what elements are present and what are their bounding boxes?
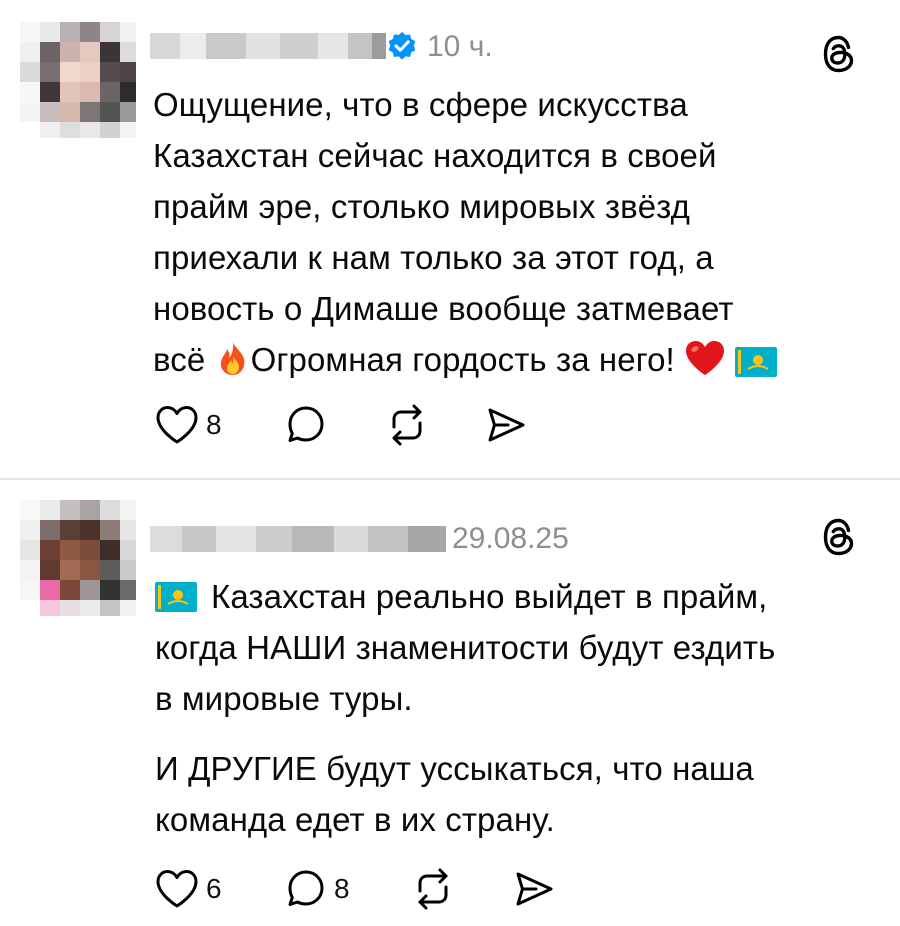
- thread-post-2: 29.08.25 Казахстан реально выйдет в прай…: [0, 480, 900, 926]
- post-text-segment: Казахстан реально выйдет в прайм,: [211, 578, 768, 615]
- repost-button[interactable]: [384, 400, 430, 450]
- threads-logo-icon[interactable]: [820, 516, 858, 558]
- heart-icon: [156, 870, 198, 908]
- post-text-line: И ДРУГИЕ будут уссыкаться, что наша: [155, 750, 754, 787]
- kazakhstan-flag-emoji: [735, 347, 778, 377]
- red-heart-emoji: [686, 341, 725, 375]
- reply-button[interactable]: 8: [284, 864, 350, 914]
- like-count: 8: [206, 409, 222, 440]
- username[interactable]: [150, 33, 386, 59]
- post-text-segment: Огромная гордость за него!: [250, 341, 675, 378]
- kazakhstan-flag-emoji: [155, 582, 197, 612]
- repost-icon: [418, 868, 448, 910]
- post-text-last-line: всё Огромная гордость за него!: [153, 334, 778, 385]
- comment-icon: [288, 870, 324, 906]
- verified-badge-icon: [388, 32, 416, 60]
- post-text-line: Казахстан сейчас находится в своей: [153, 137, 717, 174]
- share-icon: [516, 872, 553, 906]
- repost-button[interactable]: [410, 864, 456, 914]
- repost-icon: [392, 404, 422, 446]
- reply-button[interactable]: [284, 400, 328, 450]
- heart-icon: [156, 406, 198, 444]
- post-text-line: команда едет в их страну.: [155, 801, 555, 838]
- like-button[interactable]: 6: [154, 864, 222, 914]
- reply-count: 8: [334, 873, 350, 904]
- fire-emoji: [220, 341, 244, 375]
- post-actions: 6 8: [154, 864, 554, 914]
- like-count: 6: [206, 873, 222, 904]
- share-button[interactable]: [484, 400, 528, 450]
- share-button[interactable]: [512, 864, 556, 914]
- thread-post-1: 10 ч. Ощущение, что в сфере искусства Ка…: [0, 0, 900, 478]
- username[interactable]: [150, 526, 446, 552]
- avatar[interactable]: [20, 500, 136, 616]
- post-text-line: когда НАШИ знаменитости будут ездить: [155, 629, 776, 666]
- post-text-line: в мировые туры.: [155, 680, 413, 717]
- post-timestamp: 29.08.25: [452, 522, 569, 555]
- post-actions: 8: [154, 400, 534, 450]
- avatar[interactable]: [20, 22, 136, 138]
- like-button[interactable]: 8: [154, 400, 222, 450]
- share-icon: [488, 408, 525, 442]
- post-body: Казахстан реально выйдет в прайм, когда …: [155, 571, 775, 845]
- post-text-line: новость о Димаше вообще затмевает: [153, 290, 734, 327]
- post-timestamp: 10 ч.: [427, 30, 493, 63]
- post-text-first-line: Казахстан реально выйдет в прайм,: [155, 571, 775, 622]
- post-text-line: приехали к нам только за этот год, а: [153, 239, 714, 276]
- post-text-line: прайм эре, столько мировых звёзд: [153, 188, 691, 225]
- comment-icon: [288, 406, 324, 442]
- post-body: Ощущение, что в сфере искусства Казахста…: [153, 79, 778, 385]
- threads-logo-icon[interactable]: [820, 33, 858, 75]
- post-text-segment: всё: [153, 341, 206, 378]
- post-text-line: Ощущение, что в сфере искусства: [153, 86, 688, 123]
